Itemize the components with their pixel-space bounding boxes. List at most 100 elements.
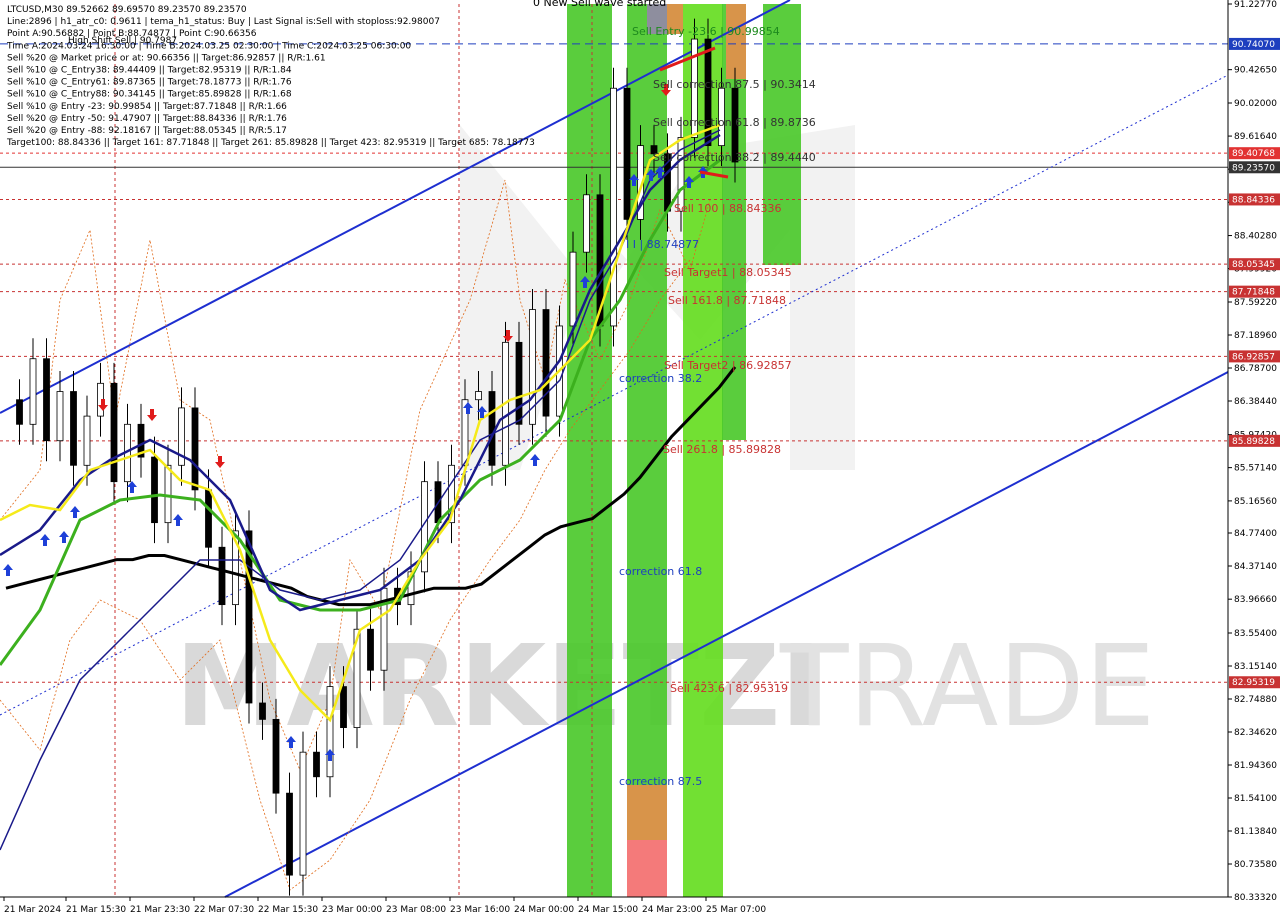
- info-line: Line:2896 | h1_atr_c0: 0.9611 | tema_h1_…: [7, 17, 440, 27]
- level-label: I I | 88.74877: [626, 238, 699, 251]
- candle-body: [205, 489, 212, 548]
- price-tag-label: 87.71848: [1232, 288, 1275, 298]
- candle-body: [623, 87, 631, 220]
- y-tick-label: 89.61640: [1234, 132, 1277, 142]
- candle-body: [313, 751, 320, 778]
- level-label: Sell 423.6 | 82.95319: [670, 682, 788, 695]
- zone-column: [763, 4, 801, 265]
- info-line: Sell %10 @ Entry -23: 90.99854 || Target…: [7, 102, 287, 112]
- y-tick-label: 90.02000: [1234, 99, 1277, 109]
- x-tick-label: 21 Mar 2024: [4, 905, 61, 915]
- price-tag-label: 88.05345: [1232, 260, 1275, 270]
- level-label: Sell 261.8 | 85.89828: [663, 443, 781, 456]
- candle-body: [542, 309, 550, 417]
- price-tag-label: 89.40768: [1232, 149, 1275, 159]
- candle-body: [110, 382, 118, 483]
- level-label: Sell correction 87.5 | 90.3414: [653, 78, 816, 91]
- candle-body: [475, 391, 482, 401]
- level-label: Sell correction 38.2 | 89.4440: [653, 151, 816, 164]
- y-tick-label: 80.73580: [1234, 860, 1277, 870]
- y-tick-label: 86.38440: [1234, 397, 1277, 407]
- candle-body: [259, 702, 266, 720]
- info-line: LTCUSD,M30 89.52662 89.69570 89.23570 89…: [7, 5, 247, 15]
- candle-body: [16, 399, 23, 425]
- candle-body: [299, 751, 307, 876]
- candle-body: [286, 792, 293, 876]
- x-tick-label: 21 Mar 15:30: [66, 905, 126, 915]
- y-tick-label: 84.37140: [1234, 562, 1277, 572]
- candle-body: [326, 686, 334, 778]
- x-tick-label: 23 Mar 08:00: [386, 905, 446, 915]
- price-tag-label: 88.84336: [1232, 195, 1275, 205]
- x-tick-label: 21 Mar 23:30: [130, 905, 190, 915]
- zone-red: [627, 840, 667, 897]
- info-line: Sell %20 @ Market price or at: 90.66356 …: [7, 53, 326, 63]
- info-line: Time A:2024.03.24 16:30:00 | Time B:2024…: [6, 41, 411, 51]
- y-tick-label: 82.74880: [1234, 695, 1277, 705]
- price-tag-label: 82.95319: [1232, 678, 1275, 688]
- candle-body: [191, 407, 199, 491]
- x-tick-label: 23 Mar 16:00: [450, 905, 510, 915]
- candle-body: [583, 194, 590, 253]
- candle-body: [43, 358, 50, 442]
- y-tick-label: 83.15140: [1234, 662, 1277, 672]
- candle-body: [56, 391, 64, 442]
- y-tick-label: 86.78700: [1234, 364, 1277, 374]
- correction-label: correction 38.2: [619, 372, 702, 385]
- candle-body: [488, 391, 496, 466]
- level-label: Sell Target1 | 88.05345: [664, 266, 792, 279]
- y-tick-label: 85.57140: [1234, 464, 1277, 474]
- level-label: Sell Target2 | 86.92857: [664, 359, 792, 372]
- y-tick-label: 87.59220: [1234, 298, 1277, 308]
- chart: MARKETZI TRADE Sell Entry -23.6 | 90.99854…: [0, 0, 1280, 920]
- info-line: Sell %20 @ Entry -88: 92.18167 || Target…: [7, 126, 287, 136]
- y-tick-label: 85.16560: [1234, 497, 1277, 507]
- candle-body: [29, 358, 37, 425]
- level-label: Sell 100 | 88.84336: [674, 202, 782, 215]
- price-chart: MARKETZITRADESell Entry -23.6 | 90.99854…: [0, 0, 1280, 915]
- info-line: Sell %10 @ C_Entry38: 89.44409 || Target…: [7, 66, 292, 76]
- y-tick-label: 84.77400: [1234, 529, 1277, 539]
- watermark-right: TRADE: [779, 622, 1155, 752]
- candle-body: [340, 686, 347, 728]
- info-line: Point A:90.56882 | Point B:88.74877 | Po…: [7, 29, 257, 39]
- candle-body: [569, 251, 577, 327]
- x-tick-label: 22 Mar 15:30: [258, 905, 318, 915]
- candle-body: [367, 628, 374, 671]
- y-tick-label: 81.54100: [1234, 794, 1277, 804]
- zone-orange-top: [726, 4, 746, 79]
- correction-label: correction 87.5: [619, 775, 702, 788]
- info-line: Sell %20 @ Entry -50: 91.47907 || Target…: [7, 114, 287, 124]
- level-label: Sell Entry -23.6 | 90.99854: [632, 25, 780, 38]
- zone-orange: [627, 785, 667, 840]
- y-tick-label: 80.33320: [1234, 893, 1277, 903]
- y-tick-label: 91.22770: [1234, 0, 1277, 10]
- price-tag-label: 90.74070: [1232, 40, 1275, 50]
- candle-body: [515, 341, 523, 425]
- x-tick-label: 23 Mar 00:00: [322, 905, 382, 915]
- y-tick-label: 81.13840: [1234, 827, 1277, 837]
- correction-label: correction 61.8: [619, 565, 702, 578]
- candle-body: [164, 464, 172, 524]
- y-tick-label: 87.18960: [1234, 331, 1277, 341]
- candle-body: [83, 415, 91, 466]
- zone-column: [567, 4, 612, 897]
- x-tick-label: 25 Mar 07:00: [706, 905, 766, 915]
- candle-body: [218, 546, 226, 606]
- level-label: Sell correction 61.8 | 89.8736: [653, 116, 816, 129]
- candle-body: [272, 718, 280, 794]
- y-tick-label: 88.40280: [1234, 232, 1277, 242]
- y-tick-label: 81.94360: [1234, 761, 1277, 771]
- x-tick-label: 22 Mar 07:30: [194, 905, 254, 915]
- candle-body: [151, 456, 158, 524]
- x-tick-label: 24 Mar 15:00: [578, 905, 638, 915]
- info-line: Sell %10 @ C_Entry88: 90.34145 || Target…: [7, 90, 292, 100]
- info-line: Sell %10 @ C_Entry61: 89.87365 || Target…: [7, 78, 292, 88]
- x-tick-label: 24 Mar 00:00: [514, 905, 574, 915]
- level-label: Sell 161.8 | 87.71848: [668, 294, 786, 307]
- y-tick-label: 82.34620: [1234, 728, 1277, 738]
- y-tick-label: 90.42650: [1234, 66, 1277, 76]
- price-tag-label: 89.23570: [1232, 163, 1275, 173]
- x-tick-label: 24 Mar 23:00: [642, 905, 702, 915]
- price-tag-label: 86.92857: [1232, 352, 1275, 362]
